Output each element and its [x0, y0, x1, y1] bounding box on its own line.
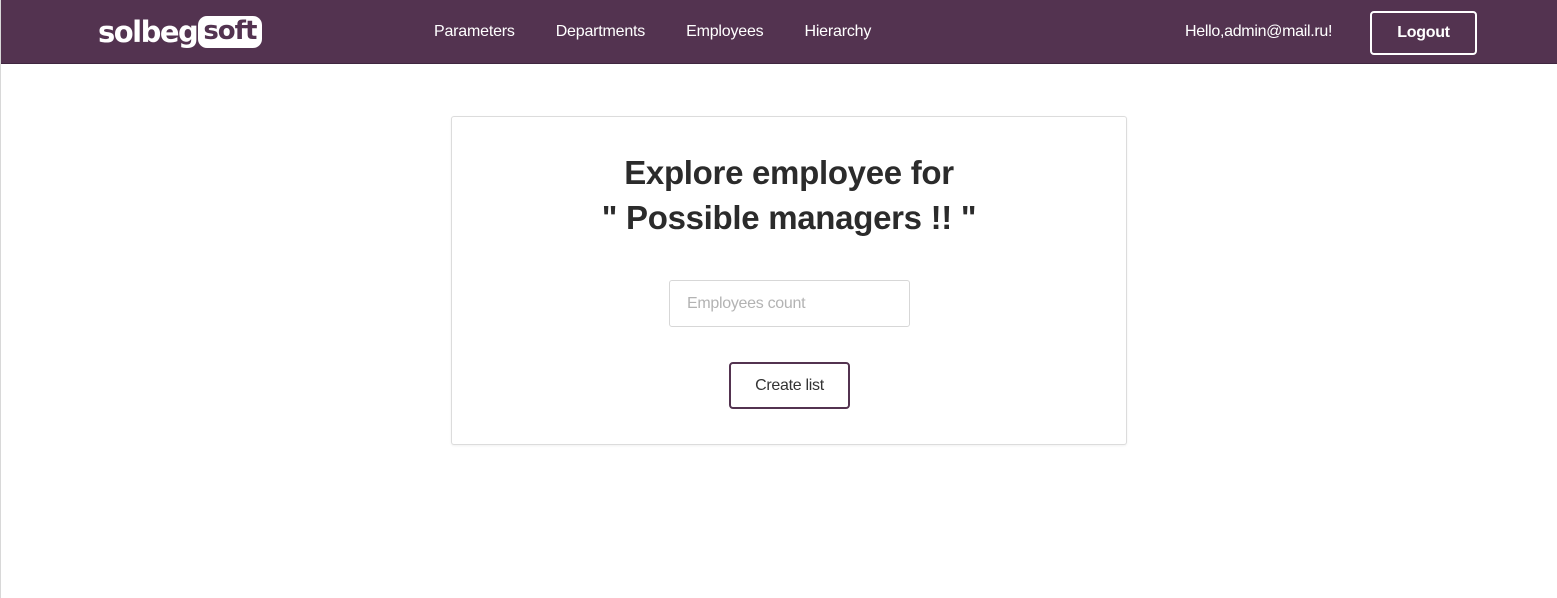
employees-count-input[interactable] — [669, 280, 910, 327]
nav-link-hierarchy[interactable]: Hierarchy — [804, 23, 871, 41]
logout-button[interactable]: Logout — [1370, 11, 1477, 55]
create-list-button[interactable]: Create list — [729, 362, 850, 409]
main-nav: Parameters Departments Employees Hierarc… — [434, 0, 912, 64]
user-greeting: Hello,admin@mail.ru! — [1185, 23, 1333, 40]
nav-link-parameters[interactable]: Parameters — [434, 23, 515, 41]
title-line-1: Explore employee for — [624, 154, 954, 191]
logo-text-soft: soft — [198, 16, 263, 48]
nav-link-employees[interactable]: Employees — [686, 23, 764, 41]
solbegsoft-logo[interactable]: solbeg soft — [98, 14, 263, 50]
explore-employee-card: Explore employee for " Possible managers… — [451, 116, 1127, 445]
logo-text-solbeg: solbeg — [98, 15, 199, 49]
page: solbeg soft Parameters Departments Emplo… — [0, 0, 1557, 598]
nav-link-departments[interactable]: Departments — [556, 23, 646, 41]
top-navbar: solbeg soft Parameters Departments Emplo… — [1, 0, 1557, 64]
page-title: Explore employee for " Possible managers… — [452, 150, 1126, 240]
title-line-2: " Possible managers !! " — [601, 199, 977, 236]
